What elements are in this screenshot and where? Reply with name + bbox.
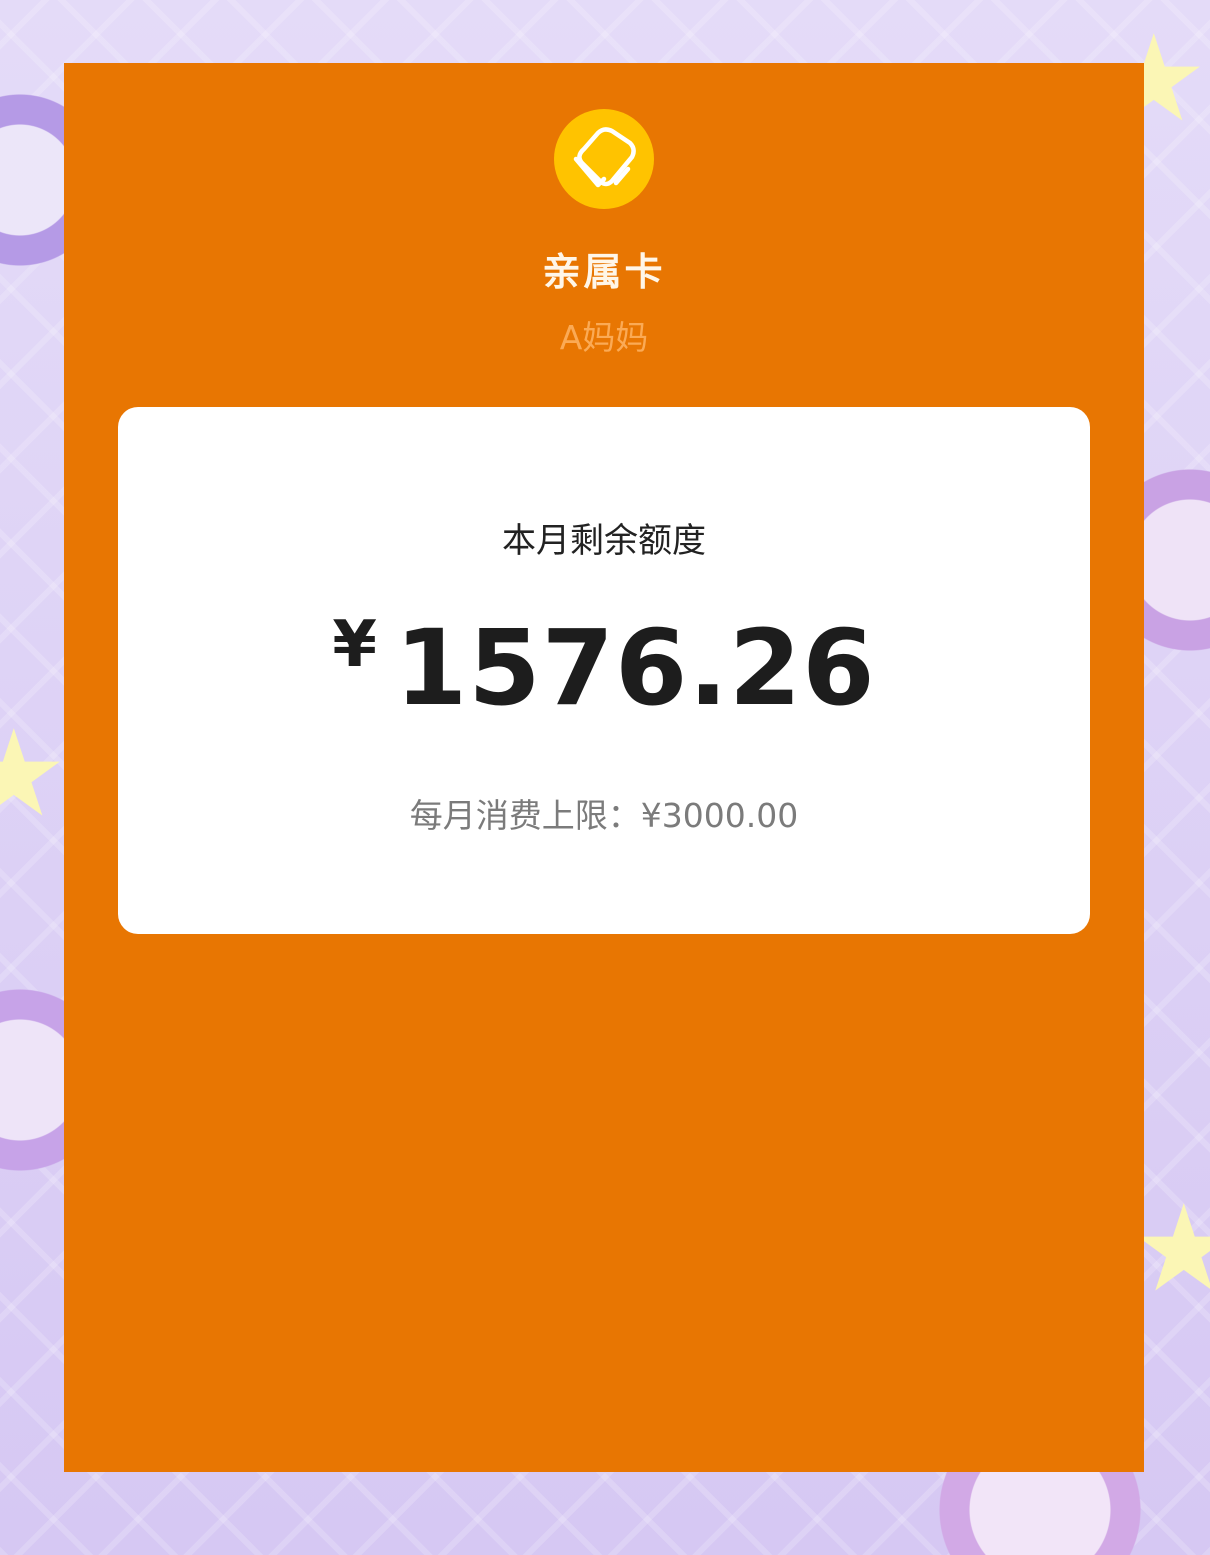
card-title: 亲属卡 <box>542 250 666 294</box>
currency-symbol: ¥ <box>332 608 377 682</box>
balance-label: 本月剩余额度 <box>502 521 706 561</box>
family-card-icon <box>554 109 654 209</box>
card-holder-name: A妈妈 <box>559 318 649 357</box>
monthly-limit: 每月消费上限：¥3000.00 <box>409 796 799 835</box>
family-card-panel: 亲属卡 A妈妈 本月剩余额度 ¥1576.26 每月消费上限：¥3000.00 <box>64 63 1144 1472</box>
balance-amount: ¥1576.26 <box>118 607 1090 729</box>
star-decoration: ★ <box>0 705 68 844</box>
card-icon <box>573 127 636 188</box>
balance-value: 1576.26 <box>394 607 876 729</box>
balance-card: 本月剩余额度 ¥1576.26 每月消费上限：¥3000.00 <box>118 407 1090 934</box>
